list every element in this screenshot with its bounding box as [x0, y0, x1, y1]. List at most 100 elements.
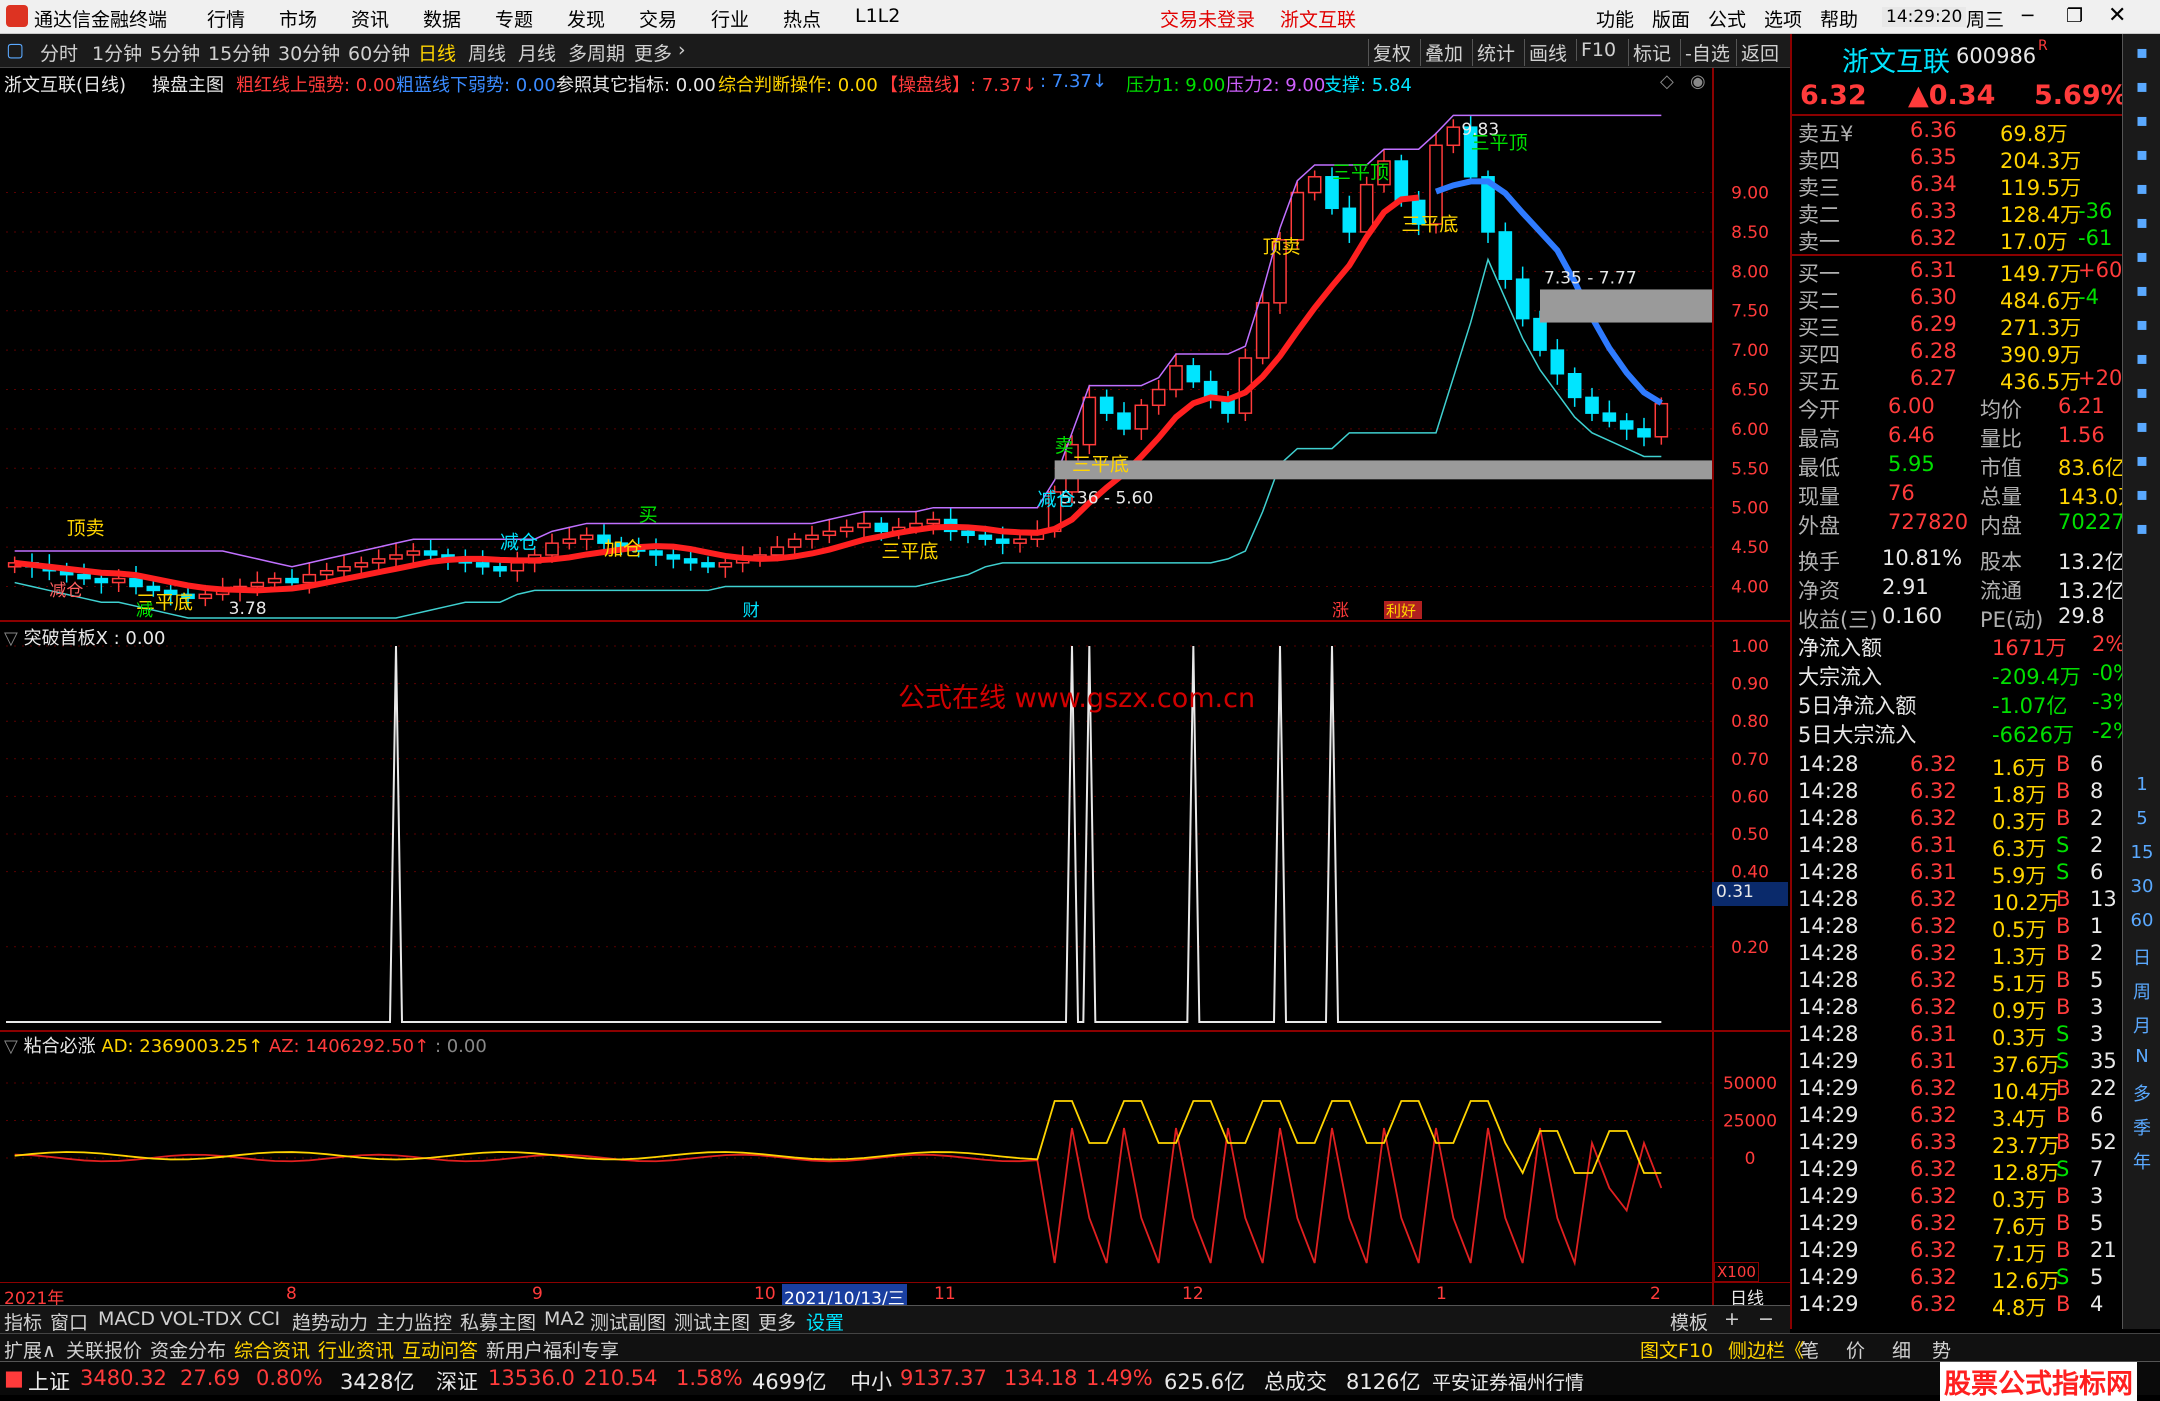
- stat2-row[interactable]: 换手 10.81% 股本 13.2亿: [1792, 546, 2126, 574]
- link-expand[interactable]: 扩展∧: [4, 1336, 56, 1363]
- tab-bi[interactable]: 笔: [1800, 1336, 1819, 1363]
- table-icon[interactable]: ▪: [2129, 314, 2155, 340]
- tick-row[interactable]: 14:29 6.33 23.7万 B 52: [1792, 1130, 2124, 1158]
- sidebar-period-6[interactable]: 周: [2129, 978, 2155, 1004]
- link-related-quote[interactable]: 关联报价: [66, 1336, 142, 1363]
- menu-l1l2[interactable]: L1L2: [855, 5, 900, 27]
- menu-trade[interactable]: 交易: [639, 5, 677, 32]
- stat2-row[interactable]: 收益(三) 0.160 PE(动) 29.8: [1792, 604, 2124, 632]
- link-capital-dist[interactable]: 资金分布: [150, 1336, 226, 1363]
- ask-row[interactable]: 卖五¥ 6.36 69.8万: [1792, 118, 2124, 146]
- stat-row[interactable]: 现量 76 总量 143.0万: [1792, 481, 2139, 509]
- menu-options[interactable]: 选项: [1764, 5, 1802, 32]
- tab-trend-power[interactable]: 趋势动力: [292, 1308, 368, 1335]
- bid-row[interactable]: 买五 6.27 436.5万 +20: [1792, 366, 2124, 394]
- tick-row[interactable]: 14:29 6.32 12.8万 S 7: [1792, 1157, 2124, 1185]
- period-daily[interactable]: 日线: [418, 39, 456, 66]
- tool-back[interactable]: 返回: [1736, 39, 1779, 66]
- fs2-icon[interactable]: ▪: [2129, 518, 2155, 544]
- stat2-row[interactable]: 净资 2.91 流通 13.2亿: [1792, 575, 2126, 603]
- sidebar-period-9[interactable]: 多: [2129, 1080, 2155, 1106]
- tick-row[interactable]: 14:28 6.32 10.2万 B 13: [1792, 887, 2124, 915]
- zx-name[interactable]: 中小: [850, 1366, 892, 1396]
- ask-row[interactable]: 卖二 6.33 128.4万 -36: [1792, 199, 2124, 227]
- tab-vol-tdx[interactable]: VOL-TDX: [160, 1308, 242, 1330]
- up-arrow-icon[interactable]: ▪: [2129, 76, 2155, 102]
- tab-window[interactable]: 窗口: [50, 1308, 88, 1335]
- tick-row[interactable]: 14:28 6.31 0.3万 S 3: [1792, 1022, 2124, 1050]
- flow-row[interactable]: 5日净流入额 -1.07亿 -3%: [1792, 690, 2133, 718]
- tab-add[interactable]: +: [1724, 1308, 1740, 1330]
- tab-indicator[interactable]: 指标: [4, 1308, 42, 1335]
- tick-row[interactable]: 14:28 6.32 0.5万 B 1: [1792, 914, 2124, 942]
- sidebar-period-1[interactable]: 5: [2129, 808, 2155, 834]
- menu-discover[interactable]: 发现: [567, 5, 605, 32]
- link-industry-news[interactable]: 行业资讯: [318, 1336, 394, 1363]
- ask-row[interactable]: 卖一 6.32 17.0万 -61: [1792, 226, 2124, 254]
- sidebar-period-7[interactable]: 月: [2129, 1012, 2155, 1038]
- kline-chart[interactable]: 5.36 - 5.607.35 - 7.77 9.833.78顶卖三平顶三平底三…: [0, 68, 1790, 1305]
- sidebar-period-4[interactable]: 60: [2129, 910, 2155, 936]
- tick-row[interactable]: 14:28 6.32 0.9万 B 3: [1792, 995, 2124, 1023]
- menu-function[interactable]: 功能: [1596, 5, 1634, 32]
- tab-private-main[interactable]: 私募主图: [460, 1308, 536, 1335]
- bid-row[interactable]: 买三 6.29 271.3万: [1792, 312, 2124, 340]
- list-icon[interactable]: ▪: [2129, 212, 2155, 238]
- flow-row[interactable]: 净流入额 1671万 2%: [1792, 632, 2125, 660]
- tool-watchlist[interactable]: -自选: [1680, 39, 1730, 66]
- tool-fuquan[interactable]: 复权: [1368, 39, 1411, 66]
- link-general-news[interactable]: 综合资讯: [234, 1336, 310, 1363]
- period-30min[interactable]: 30分钟: [278, 39, 340, 66]
- tab-more[interactable]: 更多: [758, 1308, 796, 1335]
- link-new-user[interactable]: 新用户福利专享: [486, 1336, 619, 1363]
- menu-layout[interactable]: 版面: [1652, 5, 1690, 32]
- tick-row[interactable]: 14:29 6.32 4.8万 B 4: [1792, 1292, 2124, 1320]
- tick-row[interactable]: 14:28 6.31 6.3万 S 2: [1792, 833, 2124, 861]
- tool-f10[interactable]: F10: [1576, 39, 1616, 61]
- chart-icon[interactable]: ▪: [2129, 144, 2155, 170]
- stat-row[interactable]: 今开 6.00 均价 6.21: [1792, 394, 2124, 422]
- tick-row[interactable]: 14:28 6.32 0.3万 B 2: [1792, 806, 2124, 834]
- tick-row[interactable]: 14:29 6.32 12.6万 S 5: [1792, 1265, 2124, 1293]
- tab-jia[interactable]: 价: [1846, 1336, 1865, 1363]
- menu-hq[interactable]: 行情: [207, 5, 245, 32]
- tool-draw[interactable]: 画线: [1524, 39, 1567, 66]
- tick-list[interactable]: 14:28 6.32 1.6万 B 6 14:28 6.32 1.8万 B 8 14:28 6.32 0…: [1792, 752, 2124, 1332]
- minimize-icon[interactable]: ─: [2022, 5, 2033, 27]
- link-sidebar[interactable]: 侧边栏《: [1728, 1336, 1804, 1363]
- sidebar-period-2[interactable]: 15: [2129, 842, 2155, 868]
- chevron-right-icon[interactable]: ›: [678, 39, 686, 61]
- period-60min[interactable]: 60分钟: [348, 39, 410, 66]
- tick-row[interactable]: 14:29 6.32 0.3万 B 3: [1792, 1184, 2124, 1212]
- restore-icon[interactable]: ❐: [2066, 5, 2083, 27]
- ask-row[interactable]: 卖三 6.34 119.5万: [1792, 172, 2124, 200]
- stat-row[interactable]: 最低 5.95 市值 83.6亿: [1792, 452, 2126, 480]
- close-icon[interactable]: ✕: [2108, 3, 2126, 28]
- tab-remove[interactable]: −: [1758, 1308, 1774, 1330]
- stat-row[interactable]: 最高 6.46 量比 1.56: [1792, 423, 2124, 451]
- tab-settings[interactable]: 设置: [806, 1308, 844, 1335]
- tab-macd[interactable]: MACD: [98, 1308, 155, 1330]
- tab-ma2[interactable]: MA2: [544, 1308, 585, 1330]
- sidebar-period-5[interactable]: 日: [2129, 944, 2155, 970]
- tab-shi[interactable]: 势: [1932, 1336, 1951, 1363]
- sub1-collapse-icon[interactable]: ▽: [4, 628, 18, 649]
- period-multi[interactable]: 多周期: [568, 39, 625, 66]
- menu-formula[interactable]: 公式: [1708, 5, 1746, 32]
- tick-row[interactable]: 14:29 6.32 10.4万 B 22: [1792, 1076, 2124, 1104]
- menu-industry[interactable]: 行业: [711, 5, 749, 32]
- tab-test-main[interactable]: 测试主图: [674, 1308, 750, 1335]
- menu-news[interactable]: 资讯: [351, 5, 389, 32]
- tick-row[interactable]: 14:28 6.31 5.9万 S 6: [1792, 860, 2124, 888]
- collapse-icon[interactable]: ▢: [6, 39, 24, 61]
- bid-row[interactable]: 买四 6.28 390.9万: [1792, 339, 2124, 367]
- tick-row[interactable]: 14:28 6.32 5.1万 B 5: [1792, 968, 2124, 996]
- flow-row[interactable]: 5日大宗流入 -6626万 -2%: [1792, 719, 2133, 747]
- tab-template[interactable]: 模板: [1670, 1308, 1708, 1335]
- sh-name[interactable]: 上证: [28, 1366, 70, 1396]
- sz-name[interactable]: 深证: [436, 1366, 478, 1396]
- period-more[interactable]: 更多: [634, 39, 672, 66]
- tick-row[interactable]: 14:29 6.32 3.4万 B 6: [1792, 1103, 2124, 1131]
- ask-row[interactable]: 卖四 6.35 204.3万: [1792, 145, 2124, 173]
- tick-row[interactable]: 14:29 6.32 7.6万 B 5: [1792, 1211, 2124, 1239]
